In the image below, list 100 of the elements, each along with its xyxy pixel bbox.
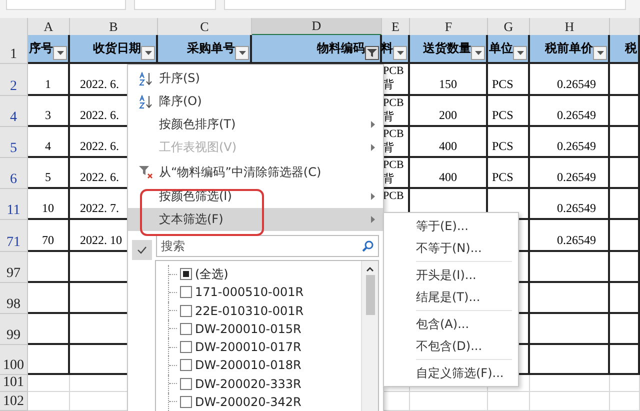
table-cell xyxy=(610,314,640,345)
cell-text: PCB 背 xyxy=(382,64,404,92)
row-number[interactable]: 5 xyxy=(0,127,28,158)
row-number[interactable]: 1 xyxy=(0,35,28,64)
dropdown-caret-icon xyxy=(596,51,604,55)
column-letter[interactable]: C xyxy=(158,18,252,36)
column-heading: 送货数量 xyxy=(423,40,471,57)
row-number[interactable]: 98 xyxy=(0,283,28,314)
menu-item[interactable]: 等于(E)... xyxy=(384,215,518,237)
filter-button[interactable] xyxy=(513,46,527,60)
checkbox[interactable] xyxy=(180,341,192,354)
checkbox[interactable] xyxy=(180,304,192,317)
table-cell xyxy=(610,345,640,375)
checkbox[interactable] xyxy=(180,286,192,298)
cell-text: PCB 背 xyxy=(382,158,404,186)
filter-button[interactable] xyxy=(593,46,607,60)
dropdown-caret-icon xyxy=(396,51,404,55)
row-number[interactable]: 97 xyxy=(0,252,28,283)
column-heading: 税前单价 xyxy=(545,40,593,57)
function-field[interactable] xyxy=(134,0,216,10)
cell-text: 0.26549 xyxy=(557,170,596,185)
row-number[interactable]: 4 xyxy=(0,96,28,127)
cell-text: PCS xyxy=(492,139,514,154)
scrollbar-thumb[interactable] xyxy=(366,275,374,315)
menu-item[interactable]: 文本筛选(F) xyxy=(128,208,383,231)
submenu-arrow-icon xyxy=(371,216,375,223)
column-letter[interactable]: G xyxy=(488,18,530,36)
cell-text: 400 xyxy=(439,170,457,185)
row-number[interactable]: 6 xyxy=(0,158,28,189)
formula-field[interactable] xyxy=(224,0,626,10)
row-number[interactable]: 99 xyxy=(0,314,28,345)
cell-text: PCB 背 xyxy=(382,127,404,155)
cell-text: 4 xyxy=(45,139,51,154)
dropdown-caret-icon xyxy=(238,51,246,55)
menu-item[interactable]: 结尾是(T)... xyxy=(384,286,518,308)
column-letter[interactable]: D xyxy=(252,18,382,36)
submenu-arrow-icon xyxy=(371,121,375,128)
filter-button[interactable] xyxy=(53,46,67,60)
filter-button[interactable] xyxy=(141,46,155,60)
scrollbar[interactable] xyxy=(361,261,378,411)
cell-text: 2022. 6. xyxy=(80,77,119,92)
submenu-arrow-icon xyxy=(371,144,375,151)
cell-text: 10 xyxy=(42,201,54,216)
cell-text: 0.26549 xyxy=(557,233,596,248)
cell-text: 2022. 10 xyxy=(80,233,122,248)
cell-text: PCS xyxy=(492,77,514,92)
row-number[interactable]: 101 xyxy=(0,375,28,392)
cell-text: 2022. 6. xyxy=(80,170,119,185)
column-letter[interactable]: F xyxy=(410,18,488,36)
filter-button[interactable] xyxy=(235,46,249,60)
clear-filter-icon xyxy=(138,164,154,180)
cell-text: 2022. 6. xyxy=(80,139,119,154)
menu-item[interactable]: 开头是(I)... xyxy=(384,264,518,286)
dropdown-caret-icon xyxy=(144,51,152,55)
column-letter[interactable]: B xyxy=(70,18,158,36)
row-number[interactable]: 71 xyxy=(0,220,28,252)
menu-item[interactable]: 按颜色筛选(I) xyxy=(128,185,383,208)
row-number[interactable]: 2 xyxy=(0,64,28,96)
cell-text: 3 xyxy=(45,108,51,123)
row-number[interactable]: 11 xyxy=(0,189,28,220)
menu-item[interactable]: 升序(S) xyxy=(128,67,383,90)
filter-button[interactable] xyxy=(365,46,379,60)
cell-text: 200 xyxy=(439,108,457,123)
column-letter[interactable]: A xyxy=(28,18,70,36)
menu-item[interactable]: 按颜色排序(T) xyxy=(128,113,383,136)
table-cell xyxy=(488,392,530,411)
checkbox[interactable] xyxy=(180,322,192,335)
menu-item[interactable]: 包含(A)... xyxy=(384,313,518,335)
search-field[interactable]: 搜索 xyxy=(156,235,379,257)
search-icon xyxy=(362,240,374,252)
checkbox[interactable] xyxy=(180,396,192,408)
cell-text: 2022. 7. xyxy=(80,201,119,216)
menu-item[interactable]: 不包含(D)... xyxy=(384,335,518,357)
cell-text: PCS xyxy=(492,108,514,123)
menu-item[interactable]: 降序(O) xyxy=(128,90,383,113)
checkbox[interactable] xyxy=(180,378,192,390)
filter-button[interactable] xyxy=(393,46,407,60)
cell-text: PCS xyxy=(492,170,514,185)
checkbox[interactable] xyxy=(180,359,192,372)
cell-text: 150 xyxy=(439,77,457,92)
menu-item[interactable]: 从“物料编码”中清除筛选器(C) xyxy=(128,159,383,185)
table-cell xyxy=(610,375,640,392)
menu-item[interactable]: 不等于(N)... xyxy=(384,237,518,259)
column-heading: 采购单号 xyxy=(187,40,235,57)
cell-text: 1 xyxy=(45,77,51,92)
table-cell xyxy=(610,392,640,411)
column-letter[interactable]: E xyxy=(382,18,410,36)
row-number[interactable]: 100 xyxy=(0,345,28,375)
column-heading: 税 xyxy=(625,40,637,57)
row-number[interactable]: 102 xyxy=(0,392,28,411)
column-letter[interactable]: H xyxy=(530,18,610,36)
scroll-up-icon[interactable] xyxy=(366,266,374,272)
cell-text: PCB xyxy=(382,189,404,203)
menu-item[interactable]: 自定义筛选(F)... xyxy=(384,362,518,384)
sort-descending-icon xyxy=(138,94,154,110)
dropdown-caret-icon xyxy=(474,51,482,55)
filter-button[interactable] xyxy=(471,46,485,60)
sort-ascending-icon xyxy=(138,70,154,86)
checkbox[interactable] xyxy=(180,268,192,280)
cell-text: 0.26549 xyxy=(557,201,596,216)
